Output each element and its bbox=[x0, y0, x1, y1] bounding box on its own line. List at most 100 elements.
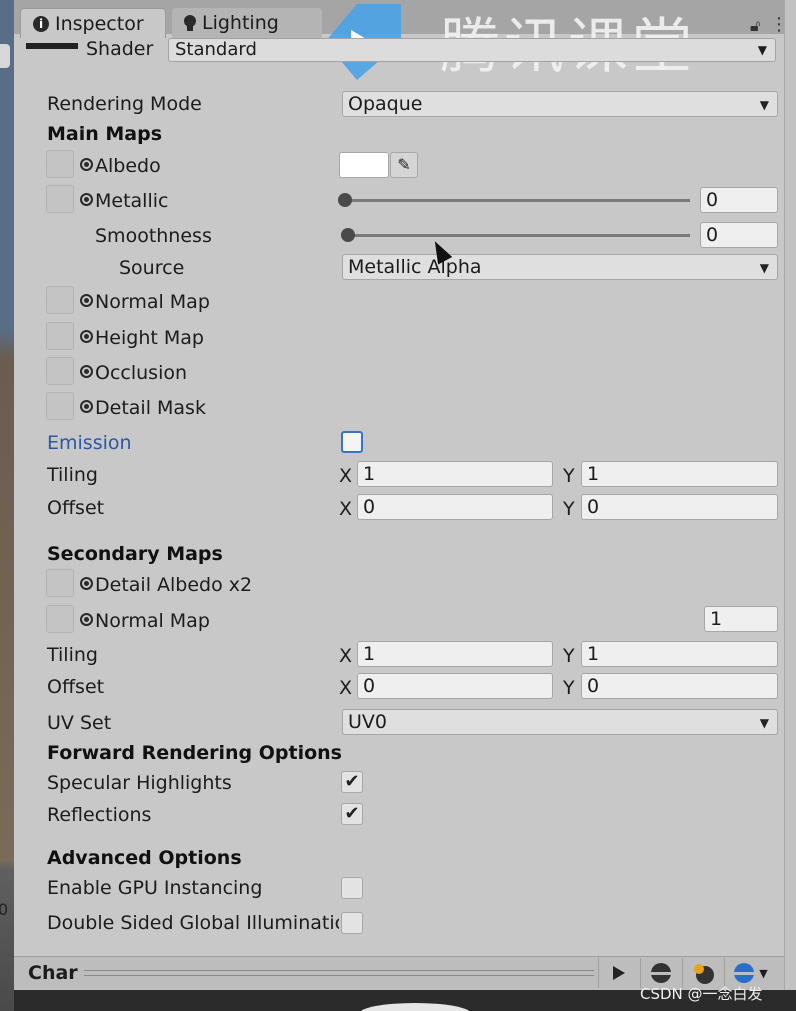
rendering-mode-label: Rendering Mode bbox=[47, 93, 202, 115]
chevron-down-icon: ▼ bbox=[759, 716, 769, 730]
source-dropdown[interactable]: Metallic Alpha ▼ bbox=[342, 254, 778, 280]
smoothness-slider-handle[interactable] bbox=[341, 228, 355, 242]
occlusion-label: Occlusion bbox=[95, 362, 188, 384]
scene-tab-edge bbox=[0, 44, 10, 68]
reflections-checkbox[interactable]: ✔ bbox=[341, 803, 363, 825]
metallic-slider-handle[interactable] bbox=[338, 193, 352, 207]
uv-set-value: UV0 bbox=[348, 711, 387, 733]
tab-lighting[interactable]: Lighting bbox=[172, 8, 322, 38]
metallic-texture-slot[interactable] bbox=[46, 185, 74, 213]
secondary-tiling-y-field[interactable]: 1 bbox=[581, 641, 778, 667]
object-picker-icon[interactable] bbox=[80, 158, 93, 171]
chevron-down-icon: ▼ bbox=[759, 98, 769, 112]
tab-inspector-label: Inspector bbox=[55, 12, 144, 35]
advanced-options-header: Advanced Options bbox=[47, 847, 242, 869]
kebab-menu-icon[interactable]: ⋮ bbox=[770, 14, 788, 35]
object-picker-icon[interactable] bbox=[80, 365, 93, 378]
specular-highlights-checkbox[interactable]: ✔ bbox=[341, 771, 363, 793]
chevron-down-icon: ▼ bbox=[759, 261, 769, 275]
secondary-tiling-x-field[interactable]: 1 bbox=[357, 641, 553, 667]
info-icon: i bbox=[33, 15, 49, 32]
tiling-y-axis-label: Y bbox=[563, 465, 575, 487]
albedo-label: Albedo bbox=[95, 155, 161, 177]
blue-sphere-icon bbox=[734, 963, 755, 983]
object-picker-icon[interactable] bbox=[80, 577, 93, 590]
tab-inspector[interactable]: i Inspector bbox=[20, 8, 166, 38]
tab-lighting-label: Lighting bbox=[202, 12, 279, 34]
scene-strip-value: 0 bbox=[0, 900, 9, 919]
detail-normal-map-label: Normal Map bbox=[95, 610, 210, 632]
gpu-instancing-label: Enable GPU Instancing bbox=[47, 877, 263, 899]
smoothness-label: Smoothness bbox=[95, 225, 212, 247]
main-maps-header: Main Maps bbox=[47, 123, 163, 145]
lock-icon[interactable]: 🔓︎ bbox=[750, 16, 760, 36]
lightbulb-icon bbox=[184, 15, 196, 31]
drag-handle-line bbox=[84, 975, 594, 976]
metallic-value-field[interactable]: 0 bbox=[700, 187, 778, 213]
chevron-down-icon: ▼ bbox=[757, 43, 767, 57]
specular-highlights-label: Specular Highlights bbox=[47, 772, 232, 794]
detail-normal-scale-field[interactable]: 1 bbox=[704, 606, 778, 632]
tiling-y-field[interactable]: 1 bbox=[581, 461, 778, 487]
secondary-offset-y-field[interactable]: 0 bbox=[581, 673, 778, 699]
shader-value: Standard bbox=[175, 39, 257, 60]
uv-set-label: UV Set bbox=[47, 712, 112, 734]
shader-dropdown[interactable]: Standard ▼ bbox=[168, 38, 776, 62]
normal-map-texture-slot[interactable] bbox=[46, 286, 74, 314]
play-button[interactable] bbox=[598, 958, 638, 988]
smoothness-value-field[interactable]: 0 bbox=[700, 222, 778, 248]
drag-handle[interactable] bbox=[84, 970, 594, 971]
double-sided-gi-checkbox[interactable] bbox=[341, 912, 363, 934]
detail-normal-map-texture-slot[interactable] bbox=[46, 605, 74, 633]
emission-label: Emission bbox=[47, 432, 132, 454]
checkmark-icon: ✔ bbox=[344, 803, 360, 824]
detail-albedo-label: Detail Albedo x2 bbox=[95, 574, 253, 596]
secondary-offset-y-axis-label: Y bbox=[563, 677, 575, 699]
preview-title: Char bbox=[28, 962, 78, 984]
object-picker-icon[interactable] bbox=[80, 193, 93, 206]
secondary-tiling-y-axis-label: Y bbox=[563, 645, 575, 667]
lights-icon bbox=[693, 964, 714, 984]
metallic-slider[interactable] bbox=[346, 199, 690, 202]
chevron-down-icon: ▼ bbox=[759, 966, 768, 980]
scene-view-edge: 0 bbox=[0, 0, 14, 1011]
offset-y-field[interactable]: 0 bbox=[581, 494, 778, 520]
gpu-instancing-checkbox[interactable] bbox=[341, 877, 363, 899]
forward-rendering-header: Forward Rendering Options bbox=[47, 742, 342, 764]
object-picker-icon[interactable] bbox=[80, 294, 93, 307]
secondary-offset-x-field[interactable]: 0 bbox=[357, 673, 553, 699]
source-value: Metallic Alpha bbox=[348, 256, 482, 278]
offset-x-field[interactable]: 0 bbox=[357, 494, 553, 520]
rendering-mode-value: Opaque bbox=[348, 93, 423, 115]
offset-x-axis-label: X bbox=[339, 498, 353, 520]
eyedropper-icon[interactable]: ✎ bbox=[390, 152, 418, 178]
emission-checkbox[interactable] bbox=[341, 431, 363, 453]
csdn-watermark: CSDN @一念白发 bbox=[640, 985, 763, 1003]
detail-mask-texture-slot[interactable] bbox=[46, 392, 74, 420]
tiling-x-axis-label: X bbox=[339, 465, 353, 487]
occlusion-texture-slot[interactable] bbox=[46, 357, 74, 385]
secondary-offset-label: Offset bbox=[47, 676, 105, 698]
detail-albedo-texture-slot[interactable] bbox=[46, 569, 74, 597]
offset-y-axis-label: Y bbox=[563, 498, 575, 520]
height-map-texture-slot[interactable] bbox=[46, 322, 74, 350]
smoothness-slider[interactable] bbox=[346, 234, 690, 237]
reflections-label: Reflections bbox=[47, 804, 152, 826]
albedo-color-field[interactable] bbox=[339, 152, 389, 178]
source-label: Source bbox=[119, 257, 185, 279]
albedo-texture-slot[interactable] bbox=[46, 150, 74, 178]
scrollbar-track[interactable] bbox=[784, 0, 796, 1011]
double-sided-gi-label: Double Sided Global Illuminatic bbox=[47, 912, 339, 934]
tiling-x-field[interactable]: 1 bbox=[357, 461, 553, 487]
object-picker-icon[interactable] bbox=[80, 330, 93, 343]
secondary-offset-x-axis-label: X bbox=[339, 677, 353, 699]
height-map-label: Height Map bbox=[95, 327, 204, 349]
normal-map-label: Normal Map bbox=[95, 291, 210, 313]
secondary-tiling-x-axis-label: X bbox=[339, 645, 353, 667]
object-picker-icon[interactable] bbox=[80, 613, 93, 626]
object-picker-icon[interactable] bbox=[80, 400, 93, 413]
uv-set-dropdown[interactable]: UV0 ▼ bbox=[342, 709, 778, 735]
play-icon bbox=[612, 966, 625, 980]
rendering-mode-dropdown[interactable]: Opaque ▼ bbox=[342, 91, 778, 117]
tiling-label: Tiling bbox=[47, 464, 98, 486]
